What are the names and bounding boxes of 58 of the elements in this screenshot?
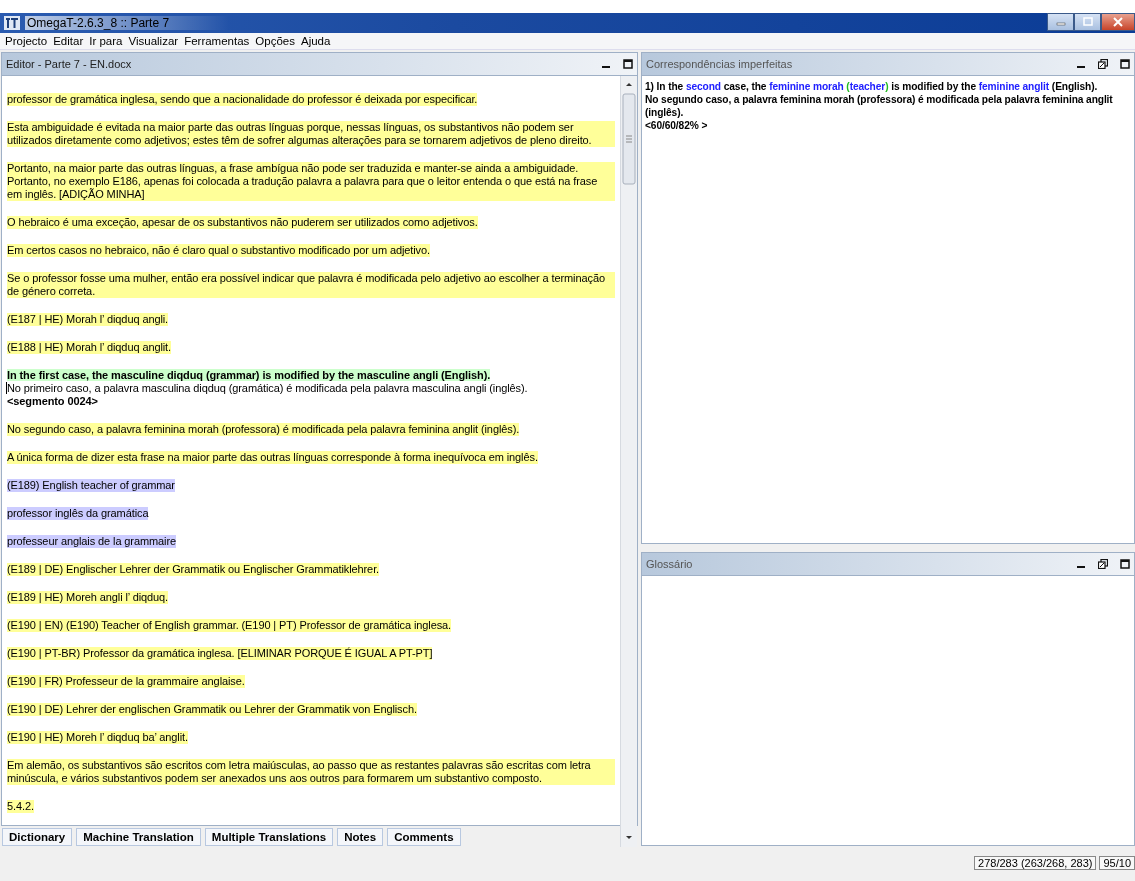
segment-text: Em certos casos no hebraico, não é claro qual o substantivo modificado por um adjetivo. xyxy=(7,244,430,257)
menu-item[interactable]: Editar xyxy=(53,35,84,47)
segment-text: O hebraico é uma exceção, apesar de os substantivos não puderem ser utilizados como adjetivos. xyxy=(7,216,478,229)
app-icon xyxy=(4,16,20,30)
segment-text: 5.4.2. xyxy=(7,800,34,813)
segment-text: (E189) English teacher of grammar xyxy=(7,479,175,492)
tab[interactable]: Comments xyxy=(387,828,461,846)
match-text: No segundo caso, a palavra feminina morah (professora) é modificada pela palavra feminina anglit xyxy=(645,93,1114,106)
segment-text: (E190 | DE) Lehrer der englischen Grammatik ou Lehrer der Grammatik von Englisch. xyxy=(7,703,417,716)
segment-text: (E187 | HE) Morah l’ diqduq angli. xyxy=(7,313,169,326)
tab[interactable]: Dictionary xyxy=(2,828,73,846)
segment-text: Portanto, na maior parte das outras línguas, a frase ambígua não pode ser traduzida e manter-se ainda a ambiguidade. Portanto, no exemplo E186, apenas foi colocada a tradução palavra a palavra para que o leitor entenda o que está na frase em inglês. [ADIÇÃO MINHA] xyxy=(7,162,615,201)
source-text: In the first case, the masculine diqduq (grammar) is modified by the masculine angli (English). xyxy=(7,369,491,381)
segment-text: Esta ambiguidade é evitada na maior parte das outras línguas porque, nessas línguas, os substantivos não podem ser utilizados diretamente como adjetivos; estes têm de sofrer algumas alterações para se tornarem adjetivos de pleno direito. xyxy=(7,121,615,147)
undock-icon[interactable] xyxy=(1098,59,1108,69)
segment-text: (E190 | FR) Professeur de la grammaire anglaise. xyxy=(7,675,245,688)
maximize-icon[interactable] xyxy=(1120,59,1130,69)
close-icon xyxy=(1113,17,1123,27)
segment-text: (E189 | DE) Englischer Lehrer der Grammatik ou Englischer Grammatiklehrer. xyxy=(7,563,380,576)
tab[interactable]: Multiple Translations xyxy=(204,828,334,846)
segment-text: (E188 | HE) Morah l’ diqduq anglit. xyxy=(7,341,172,354)
segment-text: (E189 | HE) Moreh angli l’ diqduq. xyxy=(7,591,169,604)
panel-title: Glossário xyxy=(646,558,693,570)
match-text: 1) In the second case, the feminine morah (teacher) is modified by the feminine anglit (English). xyxy=(645,80,1099,93)
segment-text: professor inglês da gramática xyxy=(7,507,149,520)
segment-marker: <segmento 0024> xyxy=(7,395,98,407)
menu-item[interactable]: Projecto xyxy=(5,35,48,47)
segment-text: (E190 | PT-BR) Professor da gramática inglesa. [ELIMINAR PORQUE É IGUAL A PT-PT] xyxy=(7,647,433,660)
segment-text: A única forma de dizer esta frase na maior parte das outras línguas corresponde à forma inequívoca em inglês. xyxy=(7,451,538,464)
close-button[interactable] xyxy=(1101,13,1135,31)
status-field: 278/283 (263/268, 283) xyxy=(974,856,1097,870)
menu-item[interactable]: Visualizar xyxy=(128,35,179,47)
minimize-button[interactable] xyxy=(1047,13,1074,31)
undock-icon[interactable] xyxy=(1098,559,1108,569)
panel-title: Correspondências imperfeitas xyxy=(646,58,793,70)
maximize-icon[interactable] xyxy=(623,59,633,69)
tab[interactable]: Machine Translation xyxy=(76,828,201,846)
menu-item[interactable]: Ferramentas xyxy=(184,35,250,47)
segment-text: (E190 | HE) Moreh l’ diqduq ba’ anglit. xyxy=(7,731,188,744)
tab[interactable]: Notes xyxy=(337,828,384,846)
scrollbar[interactable] xyxy=(620,76,637,847)
segment-text: professeur anglais de la grammaire xyxy=(7,535,177,548)
status-field: 95/10 xyxy=(1099,856,1135,870)
menu-item[interactable]: Ir para xyxy=(89,35,123,47)
panel-title: Editor - Parte 7 - EN.docx xyxy=(6,58,132,70)
segment-text: professor de gramática inglesa, sendo que a nacionalidade do professor é deixada por especificar. xyxy=(7,93,478,106)
translation-field[interactable]: No primeiro caso, a palavra masculina diqduq (gramática) é modificada pela palavra masculina angli (inglês). xyxy=(6,382,528,394)
menu-item[interactable]: Ajuda xyxy=(300,35,331,47)
segment-text: Em alemão, os substantivos são escritos com letra maiúsculas, ao passo que as restantes palavras são escritas com letra minúscula, e vários substantivos podem ser anexados uns aos outros para formarem um substantivo composto. xyxy=(7,759,615,785)
segment-text: No segundo caso, a palavra feminina morah (professora) é modificada pela palavra feminina anglit (inglês). xyxy=(7,423,520,436)
match-text: <60/60/82% > xyxy=(645,119,709,132)
segment-text: Se o professor fosse uma mulher, então era possível indicar que palavra é modificada pelo adjetivo ao escolher a terminação de género correta. xyxy=(7,272,615,298)
menu-item[interactable]: Opções xyxy=(255,35,295,47)
match-text: (inglês). xyxy=(645,106,685,119)
segment-text: (E190 | EN) (E190) Teacher of English grammar. (E190 | PT) Professor de gramática inglesa. xyxy=(7,619,452,632)
maximize-icon[interactable] xyxy=(1120,559,1130,569)
maximize-button[interactable] xyxy=(1074,13,1101,31)
maximize-icon xyxy=(1082,17,1093,27)
